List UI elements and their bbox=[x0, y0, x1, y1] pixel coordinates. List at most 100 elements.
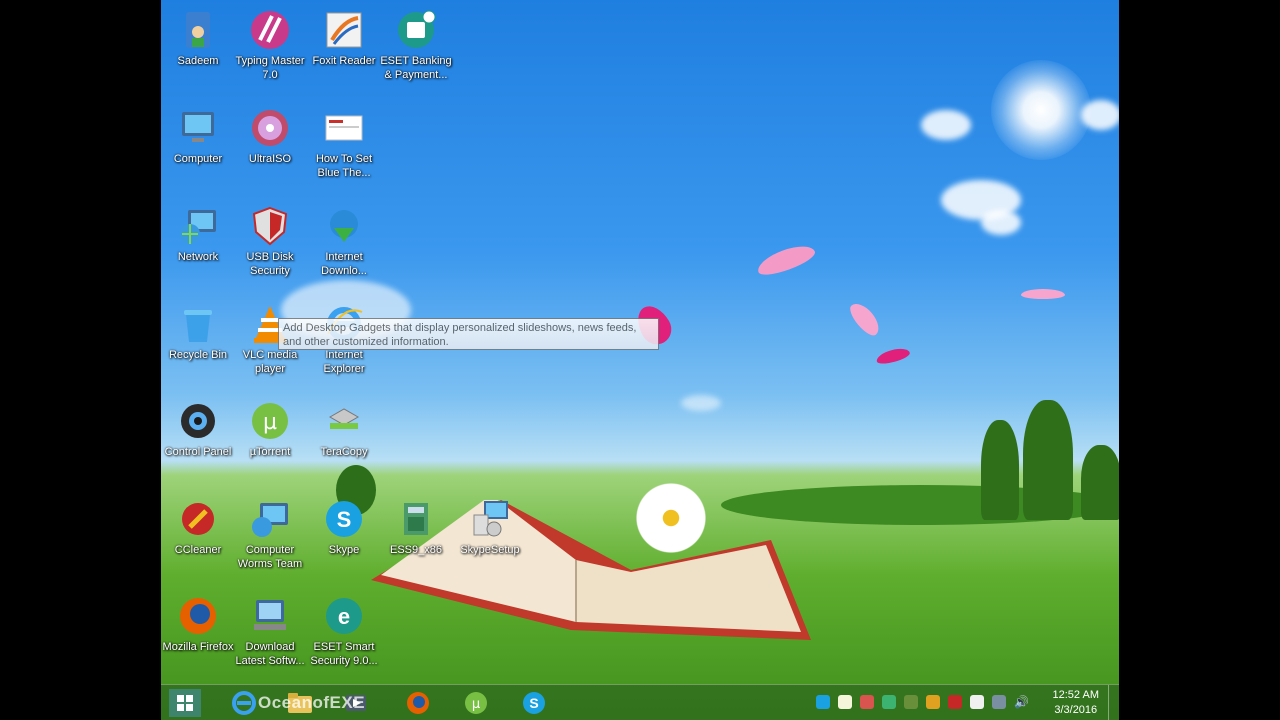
svg-text:S: S bbox=[529, 695, 538, 711]
desktop-icon-label: µTorrent bbox=[249, 446, 291, 458]
ccleaner-icon bbox=[176, 497, 220, 541]
desktop-icon-typing-master[interactable]: Typing Master 7.0 bbox=[233, 2, 307, 82]
download-software-icon bbox=[248, 594, 292, 638]
desktop-icon-ess-installer[interactable]: ESS9_x86 bbox=[379, 491, 453, 557]
desktop-icon-label: Computer bbox=[173, 153, 223, 165]
gadgets-tooltip: Add Desktop Gadgets that display persona… bbox=[278, 318, 659, 350]
desktop-icon-control-panel[interactable]: Control Panel bbox=[161, 393, 235, 459]
shield-tray-icon[interactable] bbox=[948, 695, 962, 709]
teracopy-icon bbox=[322, 399, 366, 443]
utorrent-icon: µ bbox=[465, 692, 487, 714]
notes-tray-icon[interactable] bbox=[838, 695, 852, 709]
skype-icon: S bbox=[523, 692, 545, 714]
svg-text:S: S bbox=[337, 507, 352, 532]
show-desktop-button[interactable] bbox=[1108, 685, 1119, 720]
tool-tray-icon[interactable] bbox=[926, 695, 940, 709]
computer-worms-icon bbox=[248, 497, 292, 541]
petal bbox=[845, 298, 885, 340]
desktop-icon-label: Network bbox=[177, 251, 219, 263]
desktop-icon-label: Sadeem bbox=[177, 55, 219, 67]
internet-explorer-icon bbox=[232, 691, 256, 715]
desktop-icon-label: Typing Master 7.0 bbox=[235, 55, 305, 81]
start-button[interactable] bbox=[169, 689, 201, 717]
taskbar-firefox[interactable] bbox=[391, 687, 445, 719]
control-panel-icon bbox=[176, 399, 220, 443]
desktop-icon-computer-worms[interactable]: Computer Worms Team bbox=[233, 491, 307, 571]
computer-icon bbox=[176, 106, 220, 150]
desktop-icon-label: USB Disk Security bbox=[246, 251, 294, 277]
desktop-icon-label: ESET Banking & Payment... bbox=[380, 55, 452, 81]
typing-master-icon bbox=[248, 8, 292, 52]
desktop-icon-skype[interactable]: S Skype bbox=[307, 491, 381, 557]
desktop-icon-computer[interactable]: Computer bbox=[161, 100, 235, 166]
svg-text:e: e bbox=[338, 604, 350, 629]
cloud bbox=[981, 210, 1021, 235]
desktop-icon-label: Foxit Reader bbox=[312, 55, 376, 67]
cloud bbox=[1081, 100, 1119, 130]
usb-security-tray-icon[interactable] bbox=[860, 695, 874, 709]
desktop-icon-network[interactable]: Network bbox=[161, 198, 235, 264]
usb-disk-security-icon bbox=[248, 204, 292, 248]
desktop-icon-document-shortcut[interactable]: How To Set Blue The... bbox=[307, 100, 381, 180]
firefox-icon bbox=[407, 692, 429, 714]
foxit-reader-icon bbox=[322, 8, 366, 52]
desktop-icon-label: Recycle Bin bbox=[168, 349, 228, 361]
desktop[interactable]: Sadeem Typing Master 7.0 Foxit Reader ESET … bbox=[161, 0, 1119, 720]
desktop-icon-recycle-bin[interactable]: Recycle Bin bbox=[161, 296, 235, 362]
desktop-icon-utorrent[interactable]: µ µTorrent bbox=[233, 393, 307, 459]
download-tray-icon[interactable] bbox=[882, 695, 896, 709]
desktop-icon-skype-setup[interactable]: SkypeSetup bbox=[453, 491, 527, 557]
petal bbox=[754, 240, 818, 280]
taskbar: µ S OceanofEXE 🔊 12:52 AM 3/3/2016 bbox=[161, 684, 1119, 720]
svg-text:µ: µ bbox=[263, 410, 277, 435]
document-shortcut-icon bbox=[322, 106, 366, 150]
desktop-icon-label: Computer Worms Team bbox=[237, 544, 303, 570]
tree bbox=[1023, 400, 1073, 520]
desktop-icon-label: SkypeSetup bbox=[460, 544, 520, 556]
desktop-icon-label: Internet Explorer bbox=[323, 349, 365, 375]
desktop-icon-label: Skype bbox=[328, 544, 360, 556]
desktop-icon-label: Internet Downlo... bbox=[321, 251, 367, 277]
utorrent-tray-icon[interactable] bbox=[904, 695, 918, 709]
clock-time: 12:52 AM bbox=[1052, 689, 1099, 701]
desktop-icon-label: ESS9_x86 bbox=[390, 544, 442, 556]
desktop-icon-teracopy[interactable]: TeraCopy bbox=[307, 393, 381, 459]
desktop-icon-foxit-reader[interactable]: Foxit Reader bbox=[307, 2, 381, 68]
desktop-icon-eset-smart-security[interactable]: e ESET Smart Security 9.0... bbox=[307, 588, 381, 668]
cloud bbox=[681, 395, 721, 411]
windows-logo-icon bbox=[177, 695, 193, 711]
desktop-icon-download-software[interactable]: Download Latest Softw... bbox=[233, 588, 307, 668]
skype-icon: S bbox=[322, 497, 366, 541]
tree bbox=[981, 420, 1019, 520]
network-tray-icon[interactable] bbox=[992, 695, 1006, 709]
ess-installer-icon bbox=[394, 497, 438, 541]
ultraiso-icon bbox=[248, 106, 292, 150]
desktop-icon-label: Control Panel bbox=[164, 446, 232, 458]
petal bbox=[875, 345, 911, 367]
desktop-icon-eset-banking[interactable]: ESET Banking & Payment... bbox=[379, 2, 453, 82]
network-icon bbox=[176, 204, 220, 248]
desktop-icon-label: How To Set Blue The... bbox=[315, 153, 373, 179]
utorrent-icon: µ bbox=[248, 399, 292, 443]
skype-setup-icon bbox=[468, 497, 512, 541]
sun-decoration bbox=[991, 60, 1091, 160]
desktop-icon-user-folder[interactable]: Sadeem bbox=[161, 2, 235, 68]
tree bbox=[1081, 445, 1119, 520]
flag-tray-icon[interactable] bbox=[970, 695, 984, 709]
desktop-icon-firefox[interactable]: Mozilla Firefox bbox=[161, 588, 235, 654]
desktop-icon-ccleaner[interactable]: CCleaner bbox=[161, 491, 235, 557]
cloud bbox=[921, 110, 971, 140]
desktop-icon-internet-download-manager[interactable]: Internet Downlo... bbox=[307, 198, 381, 278]
volume-icon[interactable]: 🔊 bbox=[1014, 695, 1029, 709]
taskbar-skype[interactable]: S bbox=[507, 687, 561, 719]
eset-tray-icon[interactable] bbox=[816, 695, 830, 709]
daisy-decoration bbox=[631, 478, 711, 558]
taskbar-utorrent[interactable]: µ bbox=[449, 687, 503, 719]
clock[interactable]: 12:52 AM 3/3/2016 bbox=[1053, 688, 1099, 718]
desktop-icon-ultraiso[interactable]: UltraISO bbox=[233, 100, 307, 166]
recycle-bin-icon bbox=[176, 302, 220, 346]
petal bbox=[1021, 289, 1065, 299]
svg-text:µ: µ bbox=[472, 697, 480, 712]
internet-download-manager-icon bbox=[322, 204, 366, 248]
desktop-icon-usb-disk-security[interactable]: USB Disk Security bbox=[233, 198, 307, 278]
